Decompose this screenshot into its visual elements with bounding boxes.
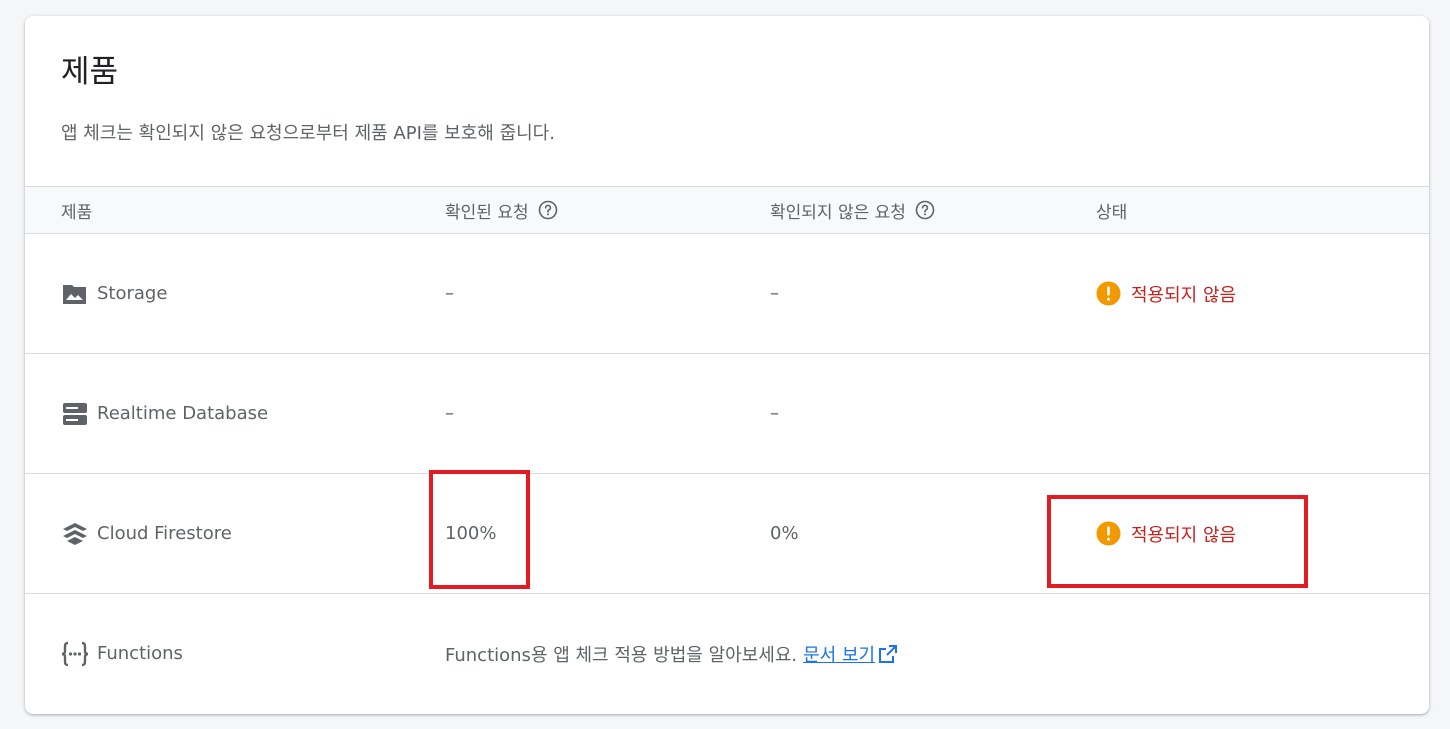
- product-cell: Cloud Firestore: [61, 474, 232, 593]
- verified-value: –: [445, 403, 454, 424]
- unverified-value: 0%: [770, 523, 799, 544]
- unverified-value: –: [770, 403, 779, 424]
- header-product: 제품: [61, 187, 92, 233]
- open-in-new-icon[interactable]: [878, 643, 900, 665]
- product-cell: Functions: [61, 594, 183, 713]
- status-text: 적용되지 않음: [1131, 284, 1237, 306]
- product-name: Cloud Firestore: [97, 523, 232, 544]
- functions-icon: [61, 640, 89, 668]
- table-header: 제품 확인된 요청 확인되지 않은 요청 상태: [25, 186, 1429, 234]
- unverified-value: –: [770, 283, 779, 304]
- warning-icon: [1096, 281, 1121, 306]
- product-name: Storage: [97, 283, 168, 304]
- functions-note: Functions용 앱 체크 적용 방법을 알아보세요.: [445, 644, 798, 666]
- header-verified-label: 확인된 요청: [445, 202, 529, 223]
- header-unverified: 확인되지 않은 요청: [770, 187, 935, 233]
- header-product-label: 제품: [61, 202, 93, 223]
- header-unverified-label: 확인되지 않은 요청: [770, 202, 906, 223]
- product-name: Functions: [97, 643, 183, 664]
- table-row-realtime-database: Realtime Database – –: [25, 354, 1429, 474]
- status-cell: 적용되지 않음: [1096, 234, 1236, 353]
- help-icon[interactable]: [915, 200, 935, 220]
- docs-link[interactable]: 문서 보기: [803, 641, 875, 667]
- help-icon[interactable]: [538, 200, 558, 220]
- header-verified: 확인된 요청: [445, 187, 558, 233]
- product-name: Realtime Database: [97, 403, 269, 424]
- page-title: 제품: [61, 54, 119, 90]
- database-icon: [61, 400, 89, 428]
- highlight-box-verified: [429, 470, 530, 589]
- product-cell: Storage: [61, 234, 167, 353]
- card-description: 앱 체크는 확인되지 않은 요청으로부터 제품 API를 보호해 줍니다.: [61, 123, 555, 144]
- firestore-icon: [61, 520, 89, 548]
- image-folder-icon: [61, 280, 89, 308]
- verified-value: –: [445, 283, 454, 304]
- table-row-storage: Storage – – 적용되지 않음: [25, 234, 1429, 354]
- product-cell: Realtime Database: [61, 354, 268, 473]
- functions-note-cell: Functions용 앱 체크 적용 방법을 알아보세요. 문서 보기: [445, 594, 900, 713]
- products-card: 제품 앱 체크는 확인되지 않은 요청으로부터 제품 API를 보호해 줍니다.…: [25, 16, 1429, 714]
- header-status-label: 상태: [1096, 202, 1128, 223]
- table-row-functions: Functions Functions용 앱 체크 적용 방법을 알아보세요. …: [25, 594, 1429, 713]
- highlight-box-status: [1047, 495, 1308, 588]
- header-status: 상태: [1096, 187, 1127, 233]
